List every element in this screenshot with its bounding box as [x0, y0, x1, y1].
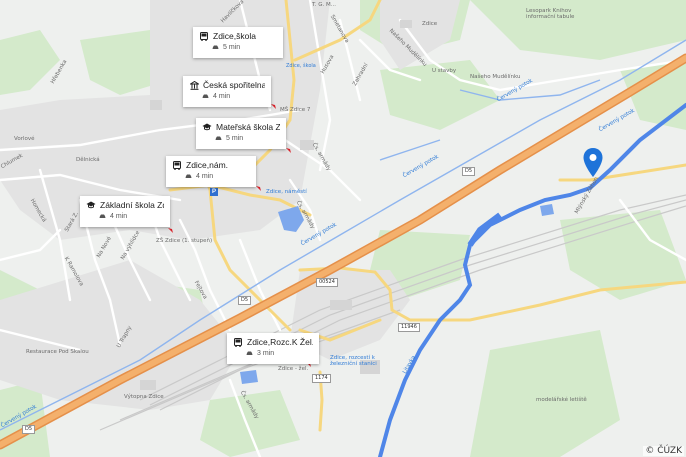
place-card-zdice-skola[interactable]: Zdice,škola 5 min: [193, 27, 283, 58]
parking-icon: P: [210, 188, 218, 196]
car-icon: [202, 94, 209, 99]
travel-time: 4 min: [213, 93, 231, 100]
label-poi: U stavby: [432, 68, 457, 74]
road-shield: D5: [462, 167, 476, 176]
travel-time: 5 min: [223, 44, 241, 51]
label-poi: modelářské letiště: [536, 397, 587, 403]
road-shield: D5: [22, 425, 36, 434]
label-stop: Zdice, škola: [286, 63, 316, 69]
place-card-materska-skola[interactable]: Mateřská škola Z... 5 min: [196, 118, 286, 149]
label-street: Vorlové: [14, 136, 35, 142]
label-street: Dělnická: [76, 157, 100, 163]
car-icon: [99, 214, 106, 219]
car-icon: [185, 174, 192, 179]
travel-time: 4 min: [110, 213, 128, 220]
label-poi: Zdice: [422, 21, 438, 27]
label-poi: Výtopna Zdice: [124, 394, 164, 400]
school-icon: [202, 123, 212, 132]
travel-time: 3 min: [257, 350, 275, 357]
travel-time: 5 min: [226, 135, 244, 142]
label-street: T. G. M...: [312, 2, 336, 8]
card-title: Česká spořitelna: [203, 80, 265, 90]
card-title: Zdice,škola: [213, 31, 256, 41]
road-shield: 00524: [316, 278, 338, 287]
map-attribution[interactable]: © ČÚZK: [643, 446, 684, 456]
bus-icon: [199, 31, 209, 41]
car-icon: [246, 351, 253, 356]
road-shield: D5: [238, 296, 252, 305]
bus-icon: [233, 337, 243, 347]
label-stop: ZŠ Zdice (1. stupeň): [156, 238, 213, 244]
label-stop: Zdice - žel.: [278, 366, 309, 372]
card-title: Mateřská škola Z...: [216, 122, 280, 132]
label-stop: Zdice, náměstí: [266, 189, 307, 195]
map-canvas[interactable]: [0, 0, 686, 457]
bus-icon: [172, 160, 182, 170]
road-shield: 11946: [398, 323, 420, 332]
label-poi: Restaurace Pod Skalou: [26, 349, 89, 355]
label-poi: Lesopark Knihov informační tabule: [526, 8, 575, 20]
road-shield: 1174: [312, 374, 331, 383]
location-pin-icon[interactable]: [583, 148, 603, 178]
label-street: Našeho Mudělínku: [470, 74, 521, 80]
card-title: Zdice,nám.: [186, 160, 229, 170]
card-title: Základní škola Zd...: [100, 200, 164, 210]
school-icon: [86, 201, 96, 210]
travel-time: 4 min: [196, 173, 214, 180]
car-icon: [215, 136, 222, 141]
place-card-zdice-rozc[interactable]: Zdice,Rozc.K Žel.St. 3 min: [227, 333, 319, 364]
label-stop: MŠ Zdice 7: [280, 107, 311, 113]
label-stop: Zdice, rozcestí k železniční stanici: [330, 355, 377, 367]
place-card-zdice-nam[interactable]: Zdice,nám. 4 min: [166, 156, 256, 187]
place-card-zakladni-skola[interactable]: Základní škola Zd... 4 min: [80, 196, 170, 227]
card-title: Zdice,Rozc.K Žel.St.: [247, 337, 313, 347]
bank-icon: [189, 80, 199, 90]
car-icon: [212, 45, 219, 50]
place-card-ceska-sporitelna[interactable]: Česká spořitelna 4 min: [183, 76, 271, 107]
